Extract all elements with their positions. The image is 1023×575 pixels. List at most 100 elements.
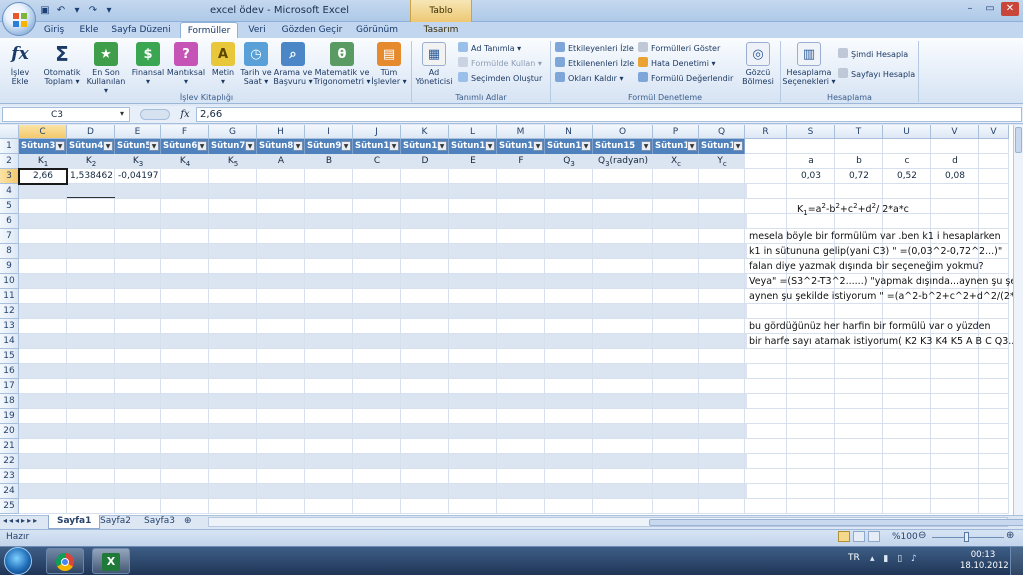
row-header[interactable]: 21 — [0, 439, 19, 454]
grid-cell[interactable] — [305, 394, 353, 409]
vertical-scrollbar[interactable] — [1013, 125, 1023, 515]
grid-cell[interactable] — [353, 289, 401, 304]
grid-cell[interactable] — [787, 409, 835, 424]
filter-dropdown-icon[interactable]: ▼ — [533, 141, 543, 151]
grid-cell[interactable] — [19, 259, 67, 274]
grid-cell[interactable] — [653, 409, 699, 424]
grid-cell[interactable] — [67, 244, 115, 259]
filter-dropdown-icon[interactable]: ▼ — [245, 141, 255, 151]
grid-cell[interactable] — [353, 499, 401, 514]
calc-sheet-button[interactable]: Sayfayı Hesapla — [838, 68, 915, 82]
table-column-header[interactable]: Sütun7 ▼ — [209, 139, 257, 154]
grid-cell[interactable] — [115, 334, 161, 349]
grid-cell[interactable] — [593, 229, 653, 244]
grid-cell[interactable] — [699, 424, 745, 439]
grid-cell[interactable] — [979, 199, 1009, 214]
grid-cell[interactable] — [67, 349, 115, 364]
row-header[interactable]: 2 — [0, 154, 19, 169]
grid-cell[interactable] — [305, 379, 353, 394]
grid-cell[interactable] — [161, 364, 209, 379]
grid-cell[interactable] — [209, 199, 257, 214]
grid-cell[interactable] — [653, 319, 699, 334]
grid-cell[interactable] — [401, 484, 449, 499]
grid-cell[interactable] — [257, 289, 305, 304]
grid-cell[interactable] — [699, 484, 745, 499]
grid-cell[interactable] — [883, 139, 931, 154]
grid-cell[interactable] — [593, 364, 653, 379]
grid-cell[interactable] — [257, 439, 305, 454]
grid-cell[interactable] — [209, 274, 257, 289]
grid-cell[interactable] — [401, 229, 449, 244]
grid-cell[interactable] — [401, 454, 449, 469]
grid-cell[interactable] — [745, 169, 787, 184]
grid-cell[interactable] — [115, 229, 161, 244]
grid-cell[interactable] — [787, 469, 835, 484]
grid-cell[interactable] — [449, 334, 497, 349]
grid-cell[interactable] — [653, 349, 699, 364]
filter-dropdown-icon[interactable]: ▼ — [293, 141, 303, 151]
grid-cell[interactable] — [593, 244, 653, 259]
grid-cell[interactable] — [257, 379, 305, 394]
grid-cell[interactable] — [931, 364, 979, 379]
grid-cell[interactable] — [353, 484, 401, 499]
tab-veri[interactable]: Veri — [242, 22, 272, 38]
grid-cell[interactable] — [19, 349, 67, 364]
grid-cell[interactable] — [67, 409, 115, 424]
grid-cell[interactable] — [67, 214, 115, 229]
tab-formuller[interactable]: Formüller — [180, 22, 238, 39]
grid-cell[interactable] — [835, 394, 883, 409]
grid-cell[interactable] — [19, 229, 67, 244]
grid-cell[interactable] — [979, 349, 1009, 364]
grid-cell[interactable] — [67, 289, 115, 304]
note-line[interactable]: mesela böyle bir formülüm var .ben k1 i … — [749, 229, 1001, 244]
grid-cell[interactable] — [161, 409, 209, 424]
row-header[interactable]: 23 — [0, 469, 19, 484]
grid-cell[interactable] — [699, 379, 745, 394]
grid-cell[interactable] — [353, 319, 401, 334]
grid-cell[interactable] — [67, 439, 115, 454]
grid-cell[interactable] — [19, 289, 67, 304]
lookup-button[interactable]: ⌕ Arama ve Başvuru ▾ — [272, 42, 314, 86]
minimize-icon[interactable]: – — [961, 2, 979, 16]
watch-window-button[interactable]: ◎ Gözcü Bölmesi — [738, 42, 778, 86]
grid-cell[interactable] — [545, 499, 593, 514]
grid-cell[interactable] — [353, 409, 401, 424]
grid-cell[interactable] — [19, 304, 67, 319]
grid-cell[interactable] — [979, 184, 1009, 199]
grid-cell[interactable] — [593, 259, 653, 274]
grid-cell[interactable] — [545, 229, 593, 244]
grid-cell[interactable] — [545, 334, 593, 349]
grid-cell[interactable] — [19, 199, 67, 214]
column-header[interactable]: S — [787, 125, 835, 139]
abcd-value[interactable]: 0,72 — [835, 169, 883, 184]
grid-cell[interactable] — [497, 184, 545, 199]
grid-cell[interactable] — [745, 199, 787, 214]
grid-cell[interactable] — [19, 274, 67, 289]
grid-cell[interactable] — [745, 304, 787, 319]
insert-sheet-icon[interactable]: ⊕ — [180, 515, 196, 529]
grid-cell[interactable] — [401, 469, 449, 484]
name-box-dropdown-icon[interactable]: ▾ — [120, 109, 124, 118]
grid-cell[interactable] — [401, 274, 449, 289]
grid-cell[interactable] — [787, 424, 835, 439]
grid-cell[interactable] — [593, 214, 653, 229]
grid-cell[interactable] — [305, 334, 353, 349]
grid-cell[interactable] — [401, 379, 449, 394]
calc-now-button[interactable]: Şimdi Hesapla — [838, 48, 908, 62]
grid-cell[interactable] — [353, 274, 401, 289]
grid-cell[interactable] — [883, 364, 931, 379]
row-header[interactable]: 6 — [0, 214, 19, 229]
grid-cell[interactable] — [449, 499, 497, 514]
grid-cell[interactable] — [257, 349, 305, 364]
grid-cell[interactable] — [883, 484, 931, 499]
grid-cell[interactable] — [653, 214, 699, 229]
grid-cell[interactable] — [353, 424, 401, 439]
grid-cell[interactable] — [209, 334, 257, 349]
grid-cell[interactable] — [653, 454, 699, 469]
grid-cell[interactable] — [353, 379, 401, 394]
grid-cell[interactable] — [161, 334, 209, 349]
grid-cell[interactable] — [161, 184, 209, 199]
grid-cell[interactable] — [115, 274, 161, 289]
grid-cell[interactable] — [257, 244, 305, 259]
grid-cell[interactable] — [883, 469, 931, 484]
